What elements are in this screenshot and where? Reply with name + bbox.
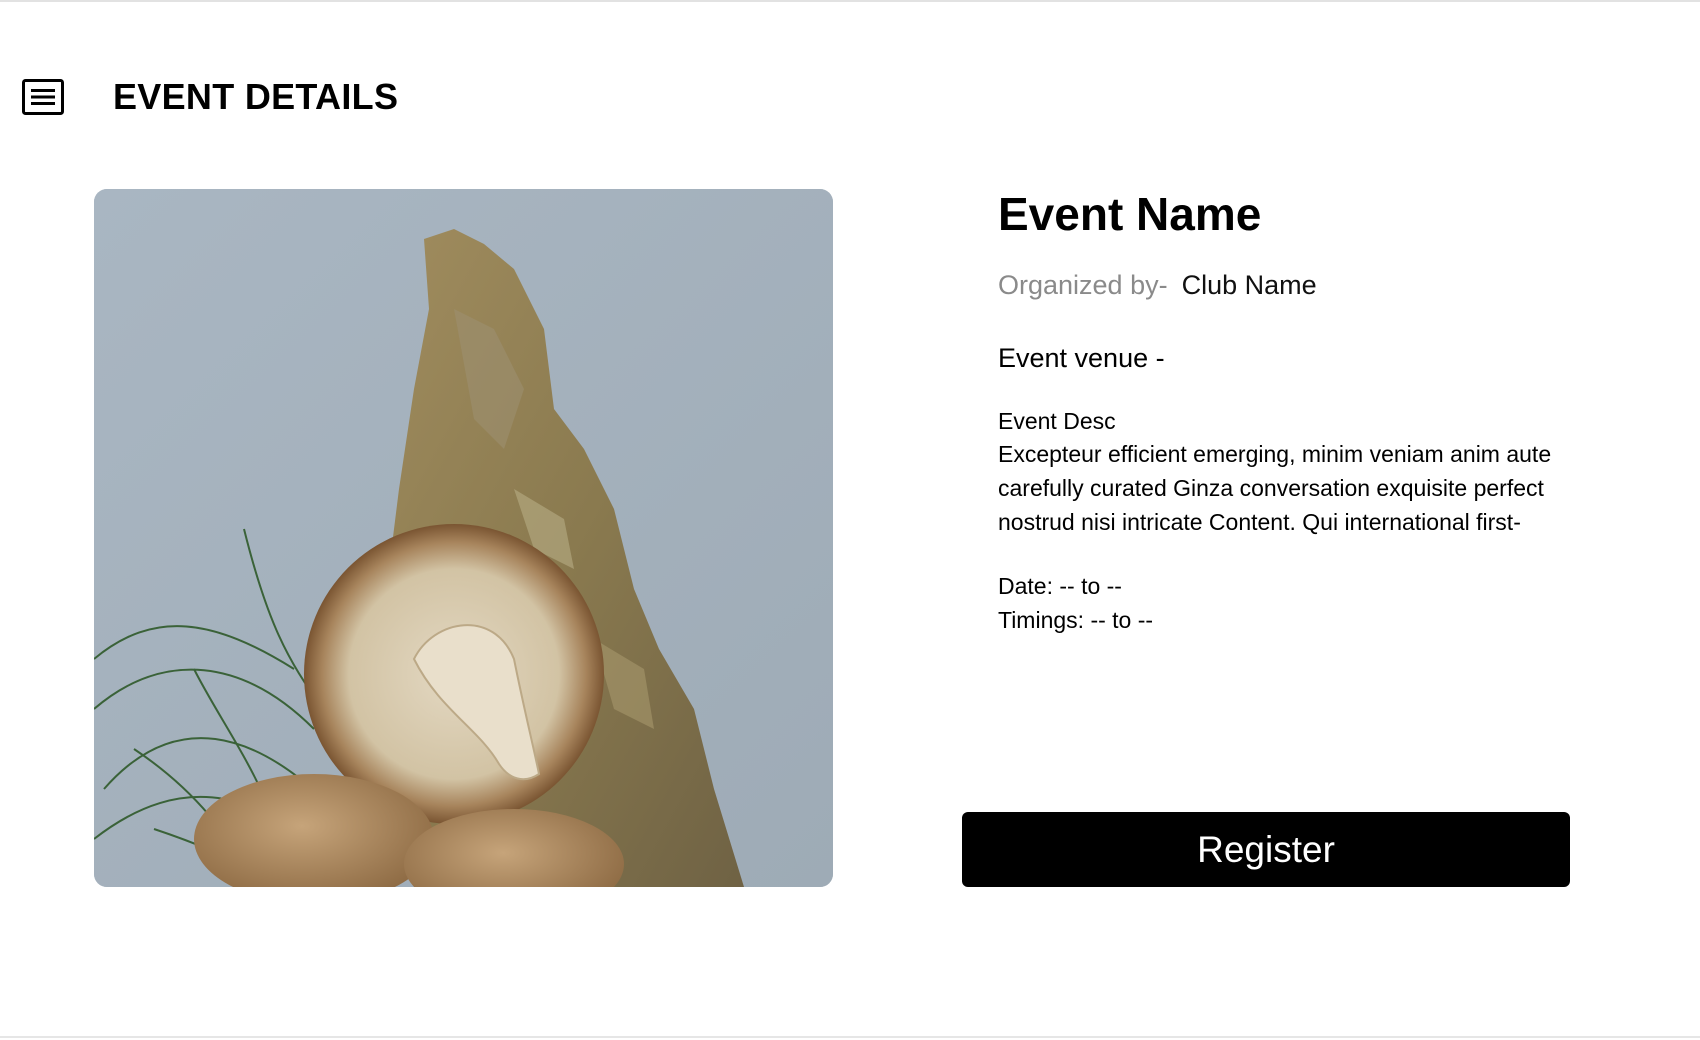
event-desc-title: Event Desc xyxy=(998,408,1116,434)
register-button[interactable]: Register xyxy=(962,812,1570,887)
event-date: Date: -- to -- xyxy=(998,573,1122,599)
event-details-panel: Event Name Organized by- Club Name Event … xyxy=(998,185,1618,637)
event-name: Event Name xyxy=(998,188,1262,240)
page-title: EVENT DETAILS xyxy=(113,76,399,117)
organized-by-label: Organized by- xyxy=(998,270,1168,300)
bottom-divider xyxy=(0,1036,1700,1038)
menu-icon[interactable] xyxy=(22,79,64,115)
page-header: EVENT DETAILS xyxy=(22,72,398,122)
event-timings: Timings: -- to -- xyxy=(998,607,1154,633)
event-venue: Event venue - xyxy=(998,343,1165,373)
event-desc-body: Excepteur efficient emerging, minim veni… xyxy=(998,441,1552,535)
organizer-line: Organized by- Club Name xyxy=(998,268,1618,302)
top-divider xyxy=(0,0,1700,2)
event-image xyxy=(94,189,833,887)
club-name: Club Name xyxy=(1181,270,1317,300)
